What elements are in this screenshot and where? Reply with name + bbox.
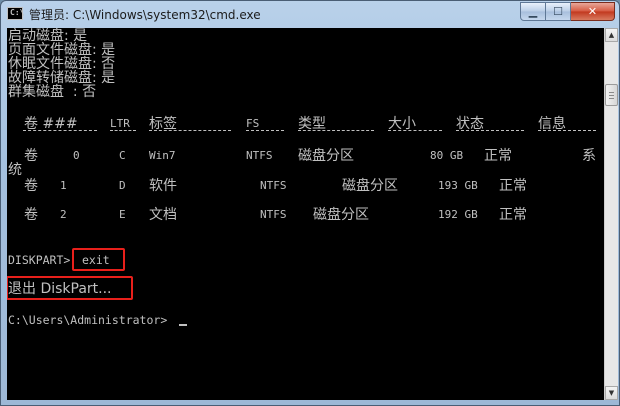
table-row: 卷 2 E 文档 NTFS 磁盘分区 192 GB 正常 xyxy=(24,207,527,223)
grip-line xyxy=(609,95,614,96)
header-info: 信息 xyxy=(538,116,566,132)
table-row: 卷 1 D 软件 NTFS 磁盘分区 193 GB 正常 xyxy=(24,178,527,194)
close-icon: ✕ xyxy=(587,5,598,18)
header-rule xyxy=(538,130,596,132)
scroll-up-button[interactable]: ▲ xyxy=(605,28,618,42)
window-title: 管理员: C:\Windows\system32\cmd.exe xyxy=(29,8,261,22)
header-rule xyxy=(298,130,374,132)
cmd-app-icon[interactable]: C:\ xyxy=(7,7,24,20)
diskpart-prompt: DISKPART> xyxy=(8,253,71,267)
close-button[interactable]: ✕ xyxy=(571,2,615,21)
header-rule xyxy=(456,130,524,132)
header-rule xyxy=(388,130,442,132)
chevron-down-icon: ▼ xyxy=(608,389,615,397)
exit-command: exit xyxy=(82,253,110,267)
grip-line xyxy=(609,98,614,99)
exit-message: 退出 DiskPart... xyxy=(8,281,112,297)
chevron-up-icon: ▲ xyxy=(608,31,615,39)
minimize-button[interactable]: ▁ xyxy=(520,2,546,21)
maximize-icon: ☐ xyxy=(553,5,563,18)
console-output[interactable]: 启动磁盘: 是 页面文件磁盘: 是 休眠文件磁盘: 否 故障转储磁盘: 是 群集… xyxy=(7,28,604,400)
text-cursor xyxy=(179,324,187,326)
cmd-window: C:\ 管理员: C:\Windows\system32\cmd.exe ▁ ☐… xyxy=(0,0,620,406)
status-line: 启动磁盘: 是 xyxy=(8,28,88,44)
scroll-thumb[interactable] xyxy=(605,84,618,106)
header-type: 类型 xyxy=(298,116,326,132)
header-rule xyxy=(110,130,136,132)
header-rule xyxy=(246,130,284,132)
command-prompt: C:\Users\Administrator> xyxy=(8,313,168,327)
window-controls: ▁ ☐ ✕ xyxy=(520,2,615,21)
vertical-scrollbar[interactable]: ▲ ▼ xyxy=(604,28,618,400)
grip-line xyxy=(609,92,614,93)
volume-table-header: 卷 ### LTR 标签 FS 类型 大小 状态 信息 xyxy=(7,117,604,133)
status-line: 休眠文件磁盘: 否 xyxy=(8,56,116,72)
header-ltr: LTR xyxy=(110,117,130,130)
minimize-icon: ▁ xyxy=(528,5,538,18)
scroll-down-button[interactable]: ▼ xyxy=(605,386,618,400)
header-fs: FS xyxy=(246,117,260,130)
header-status: 状态 xyxy=(456,116,484,132)
status-line: 群集磁盘 : 否 xyxy=(8,84,97,100)
status-line: 页面文件磁盘: 是 xyxy=(8,42,116,58)
table-row: 卷 0 C Win7 NTFS 磁盘分区 80 GB 正常 系 统 xyxy=(8,148,596,178)
title-bar[interactable]: C:\ 管理员: C:\Windows\system32\cmd.exe ▁ ☐… xyxy=(1,1,619,27)
header-size: 大小 xyxy=(388,116,416,132)
header-rule xyxy=(23,130,97,132)
status-line: 故障转储磁盘: 是 xyxy=(8,70,116,86)
maximize-button[interactable]: ☐ xyxy=(546,2,571,21)
header-label: 标签 xyxy=(149,116,177,132)
header-volume: 卷 ### xyxy=(24,116,78,132)
header-rule xyxy=(149,130,231,132)
